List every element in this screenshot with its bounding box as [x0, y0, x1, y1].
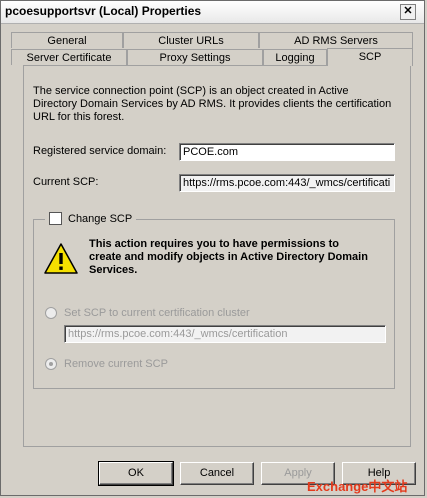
set-scp-label: Set SCP to current certification cluster [64, 307, 250, 319]
scp-description: The service connection point (SCP) is an… [33, 85, 392, 123]
tab-proxy-settings[interactable]: Proxy Settings [127, 49, 263, 65]
properties-dialog: pcoesupportsvr (Local) Properties ✕ Gene… [0, 0, 425, 496]
ok-button[interactable]: OK [98, 461, 174, 486]
set-scp-radio[interactable] [45, 307, 57, 319]
registered-domain-label: Registered service domain: [33, 145, 167, 157]
tab-label: SCP [358, 51, 382, 63]
tab-scp[interactable]: SCP [327, 48, 413, 66]
tab-cluster-urls[interactable]: Cluster URLs [123, 32, 259, 48]
permission-warning-text: This action requires you to have permiss… [89, 238, 368, 276]
tab-label: Cluster URLs [158, 35, 224, 47]
set-scp-url-field[interactable]: https://rms.pcoe.com:443/_wmcs/certifica… [64, 325, 386, 343]
tab-general[interactable]: General [11, 32, 123, 48]
window-title: pcoesupportsvr (Local) Properties [5, 4, 202, 18]
tab-label: Server Certificate [26, 52, 112, 64]
current-scp-label: Current SCP: [33, 176, 99, 188]
change-scp-checkbox[interactable] [49, 212, 62, 225]
tab-label: Proxy Settings [159, 52, 231, 64]
tab-label: Logging [275, 52, 315, 64]
change-scp-checkbox-row[interactable]: Change SCP [45, 212, 137, 225]
watermark-text: Exchange中文站 [307, 479, 408, 494]
current-scp-field[interactable]: https://rms.pcoe.com:443/_wmcs/certifica… [179, 174, 395, 192]
warning-icon [44, 243, 78, 274]
registered-domain-field[interactable]: PCOE.com [179, 143, 395, 161]
close-icon[interactable]: ✕ [400, 4, 416, 20]
cancel-button[interactable]: Cancel [180, 462, 254, 485]
tab-label: AD RMS Servers [294, 35, 378, 47]
change-scp-label: Change SCP [68, 212, 133, 225]
tab-label: General [47, 35, 87, 47]
title-bar[interactable]: pcoesupportsvr (Local) Properties ✕ [1, 1, 424, 24]
remove-scp-label: Remove current SCP [64, 358, 168, 370]
tab-server-certificate[interactable]: Server Certificate [11, 49, 127, 65]
remove-scp-radio[interactable] [45, 358, 57, 370]
tab-ad-rms-servers[interactable]: AD RMS Servers [259, 32, 413, 48]
tab-logging[interactable]: Logging [263, 49, 327, 65]
